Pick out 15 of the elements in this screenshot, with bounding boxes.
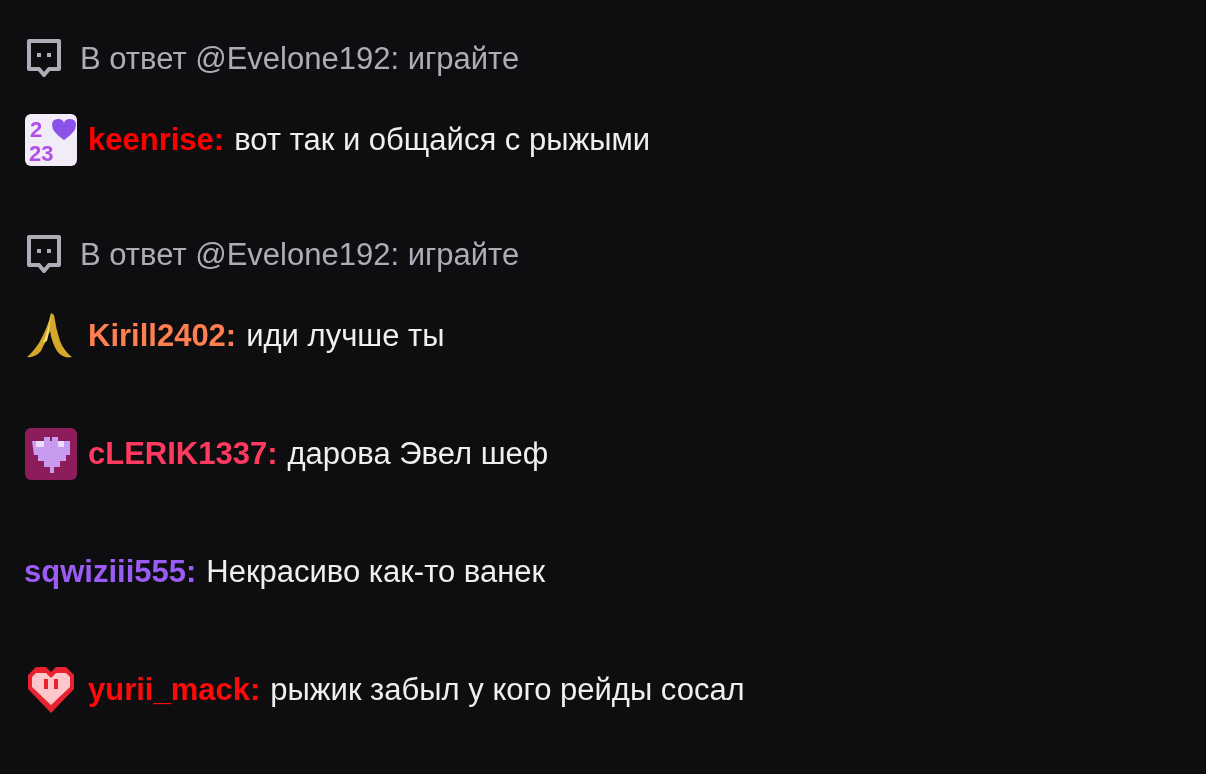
- badge-icon: 2 23: [24, 113, 78, 167]
- reply-icon: [24, 234, 64, 276]
- username[interactable]: yurii_mack:: [88, 666, 261, 714]
- username[interactable]: sqwiziii555:: [24, 548, 197, 596]
- username[interactable]: keenrise:: [88, 116, 225, 164]
- message-text: иди лучше ты: [246, 316, 445, 355]
- username[interactable]: Kirill2402:: [88, 312, 237, 360]
- reply-icon: [24, 38, 64, 80]
- message-text: дарова Эвел шеф: [287, 434, 549, 473]
- username[interactable]: cLERIK1337:: [88, 430, 278, 478]
- message-text: Некрасиво как-то ванек: [206, 552, 546, 591]
- message-text: вот так и общайся с рыжыми: [234, 120, 651, 159]
- reply-text: В ответ @Evelone192: играйте: [80, 235, 520, 274]
- reply-text: В ответ @Evelone192: играйте: [80, 39, 520, 78]
- message-text: рыжик забыл у кого рейды сосал: [270, 670, 745, 709]
